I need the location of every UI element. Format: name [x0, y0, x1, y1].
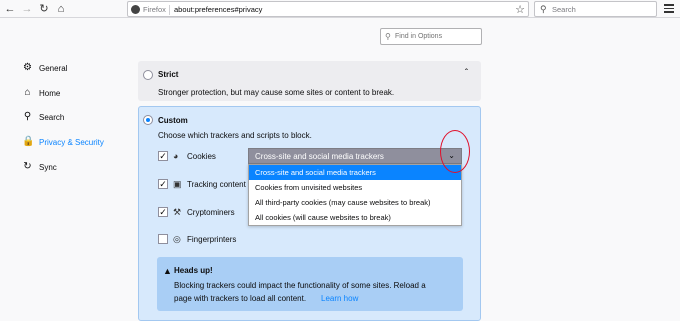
cookie-icon: ◕ [173, 151, 179, 161]
heads-up-text-line1: Blocking trackers could impact the funct… [174, 281, 426, 290]
heads-up-title: Heads up! [174, 266, 213, 275]
strict-title: Strict [158, 70, 179, 79]
forward-arrow-icon[interactable]: → [20, 2, 34, 16]
dropdown-option[interactable]: All cookies (will cause websites to brea… [249, 210, 461, 225]
browser-toolbar: ← → ↻ ⌂ Firefox about:preferences#privac… [0, 0, 680, 18]
heads-up-text-line2: page with trackers to load all content. [174, 294, 307, 303]
warning-icon: ▲ [163, 266, 172, 276]
find-in-options-input[interactable]: ⚲ Find in Options [380, 28, 482, 45]
url-text[interactable]: about:preferences#privacy [174, 5, 262, 14]
sidebar-item-label: General [39, 63, 68, 73]
sidebar-item-general[interactable]: ⚙ General [22, 61, 67, 75]
find-placeholder: Find in Options [395, 33, 443, 40]
dropdown-option[interactable]: Cross-site and social media trackers [249, 165, 461, 180]
cookies-select-value: Cross-site and social media trackers [255, 152, 384, 161]
lock-icon: 🔒 [22, 136, 35, 147]
identity-label: Firefox [143, 5, 166, 14]
annotation-circle [440, 130, 470, 173]
sidebar-item-sync[interactable]: ↻ Sync [22, 160, 57, 174]
home-icon[interactable]: ⌂ [54, 2, 68, 16]
sidebar-item-label: Home [39, 88, 61, 98]
hamburger-menu-icon[interactable] [662, 2, 676, 16]
back-arrow-icon[interactable]: ← [3, 2, 17, 16]
cryptominers-checkbox[interactable]: ✓ [158, 207, 168, 217]
tracking-icon: ▣ [173, 179, 182, 189]
firefox-icon [131, 5, 140, 14]
cryptominers-label: Cryptominers [187, 208, 235, 217]
fingerprinters-label: Fingerprinters [187, 235, 237, 244]
tracking-content-label: Tracking content [187, 180, 246, 189]
sidebar-item-search[interactable]: ⚲ Search [22, 110, 65, 124]
fingerprinters-checkbox[interactable] [158, 234, 168, 244]
chevron-down-icon[interactable]: ˆ [465, 68, 468, 77]
cookies-select[interactable]: Cross-site and social media trackers ⌄ [248, 148, 462, 164]
reload-icon[interactable]: ↻ [37, 2, 51, 16]
sidebar-item-home[interactable]: ⌂ Home [22, 86, 60, 100]
sidebar-item-label: Privacy & Security [39, 137, 104, 147]
gear-icon: ⚙ [23, 62, 32, 73]
cryptominer-icon: ⚒ [173, 207, 182, 217]
learn-how-link[interactable]: Learn how [321, 294, 358, 303]
url-separator [169, 5, 170, 15]
sidebar-item-privacy[interactable]: 🔒 Privacy & Security [22, 135, 104, 149]
custom-description: Choose which trackers and scripts to blo… [158, 131, 312, 140]
sidebar-item-label: Sync [39, 162, 57, 172]
dropdown-option[interactable]: All third-party cookies (may cause websi… [249, 195, 461, 210]
search-bar[interactable]: ⚲ Search [534, 1, 657, 17]
fingerprint-icon: ◎ [173, 234, 181, 244]
strict-radio[interactable] [143, 70, 153, 80]
bookmark-star-icon[interactable]: ☆ [515, 3, 525, 16]
strict-description: Stronger protection, but may cause some … [158, 88, 395, 97]
cookies-checkbox[interactable]: ✓ [158, 151, 168, 161]
tracking-content-checkbox[interactable]: ✓ [158, 179, 168, 189]
search-placeholder: Search [552, 5, 576, 14]
cookies-dropdown-list: Cross-site and social media trackers Coo… [248, 164, 462, 226]
cookies-label: Cookies [187, 152, 216, 161]
search-icon: ⚲ [23, 111, 32, 122]
sidebar-item-label: Search [39, 112, 65, 122]
custom-title: Custom [158, 116, 188, 125]
dropdown-option[interactable]: Cookies from unvisited websites [249, 180, 461, 195]
url-bar[interactable]: Firefox about:preferences#privacy ☆ [127, 1, 529, 17]
search-icon: ⚲ [385, 32, 391, 41]
search-icon: ⚲ [540, 4, 547, 14]
custom-radio[interactable] [143, 115, 153, 125]
home-icon: ⌂ [24, 87, 31, 98]
sync-icon: ↻ [23, 161, 32, 172]
